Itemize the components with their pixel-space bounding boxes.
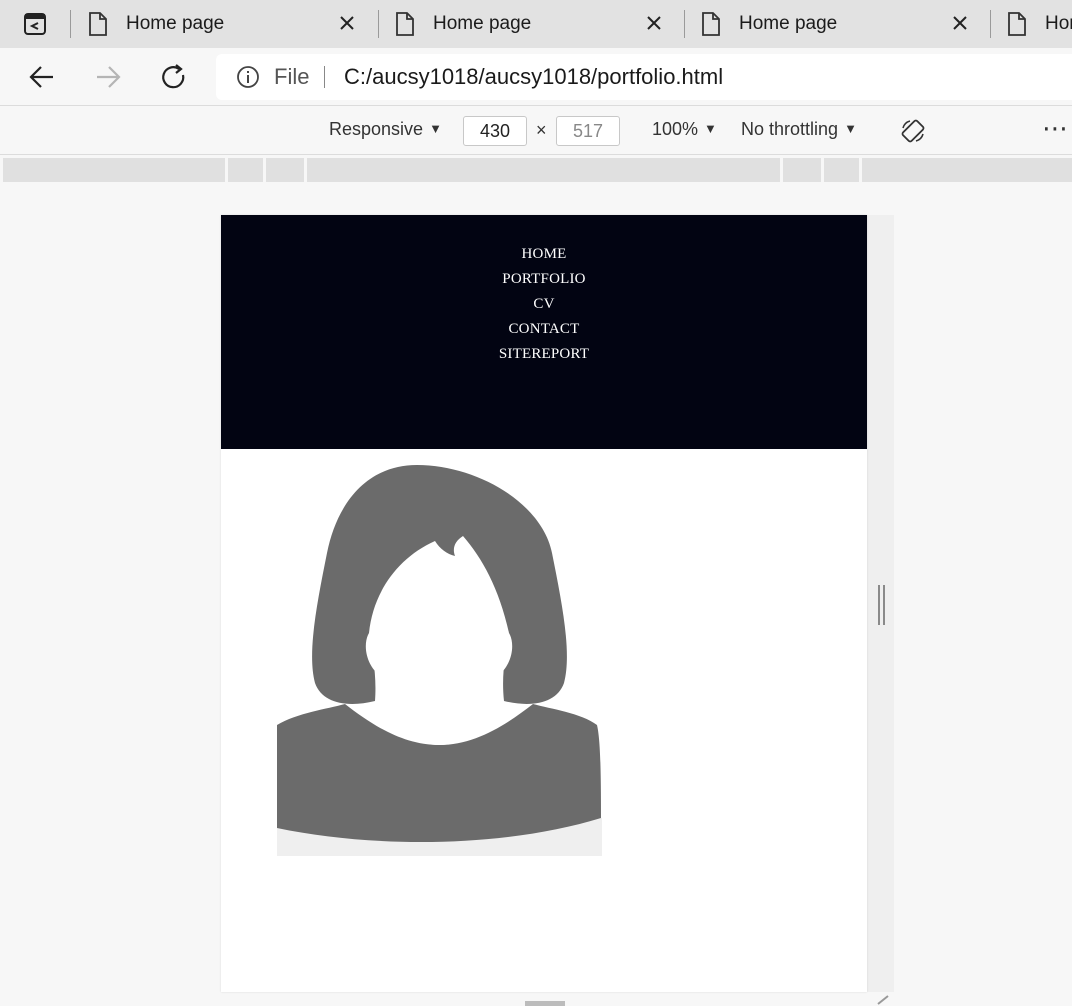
browser-tab[interactable]: Hor — [991, 0, 1072, 48]
forward-icon[interactable] — [93, 62, 123, 92]
width-input[interactable]: 430 — [463, 116, 527, 146]
document-icon — [396, 12, 414, 36]
corner-resize-icon[interactable] — [876, 994, 892, 1006]
device-toolbar: Responsive ▼ 430 × 517 100% ▼ No throttlin… — [0, 107, 1072, 155]
tab-title: Home page — [126, 13, 225, 34]
close-icon[interactable] — [338, 14, 356, 32]
browser-tab[interactable]: Home page — [72, 0, 372, 48]
ruler-mark — [263, 158, 266, 182]
document-icon — [1008, 12, 1026, 36]
media-query-ruler[interactable] — [3, 158, 1072, 182]
ruler-mark — [225, 158, 228, 182]
back-icon[interactable] — [27, 62, 57, 92]
nav-link-cv[interactable]: CV — [533, 292, 554, 317]
document-icon — [702, 12, 720, 36]
refresh-icon[interactable] — [159, 62, 189, 92]
address-bar[interactable]: File C:/aucsy1018/aucsy1018/portfolio.ht… — [216, 54, 1072, 100]
tab-title: Home page — [739, 13, 838, 34]
site-header: HOME PORTFOLIO CV CONTACT SITEREPORT — [221, 215, 867, 449]
dropdown-caret-icon: ▼ — [704, 121, 717, 136]
throttling-label: No throttling — [741, 119, 839, 139]
tab-title: Hor — [1045, 13, 1072, 34]
info-icon[interactable] — [236, 65, 260, 89]
device-label: Responsive — [329, 119, 424, 139]
device-dropdown[interactable]: Responsive ▼ — [329, 119, 442, 140]
browser-tab[interactable]: Home page — [685, 0, 985, 48]
nav-link-sitereport[interactable]: SITEREPORT — [499, 342, 589, 367]
dropdown-caret-icon: ▼ — [429, 121, 442, 136]
dimension-separator: × — [536, 120, 547, 140]
ruler-mark — [304, 158, 307, 182]
ruler-mark — [821, 158, 824, 182]
tab-strip: Home page Home page Home page Hor — [0, 0, 1072, 48]
nav-link-contact[interactable]: CONTACT — [508, 317, 579, 342]
zoom-dropdown[interactable]: 100% ▼ — [652, 119, 717, 140]
navigation-bar: File C:/aucsy1018/aucsy1018/portfolio.ht… — [0, 48, 1072, 106]
nav-link-portfolio[interactable]: PORTFOLIO — [502, 267, 585, 292]
tab-title: Home page — [433, 13, 532, 34]
ruler-mark — [859, 158, 862, 182]
dropdown-caret-icon: ▼ — [844, 121, 857, 136]
tab-actions-icon[interactable] — [18, 10, 52, 38]
viewport-resize-handle[interactable] — [878, 585, 885, 625]
nav-link-home[interactable]: HOME — [522, 242, 567, 267]
rotate-icon[interactable] — [900, 118, 926, 144]
viewport-bottom-handle[interactable] — [525, 1001, 565, 1006]
site-nav: HOME PORTFOLIO CV CONTACT SITEREPORT — [221, 242, 867, 367]
document-icon — [89, 12, 107, 36]
throttling-dropdown[interactable]: No throttling ▼ — [741, 119, 857, 140]
height-input[interactable]: 517 — [556, 116, 620, 146]
browser-tab[interactable]: Home page — [379, 0, 679, 48]
close-icon[interactable] — [645, 14, 663, 32]
site-info-label: File — [274, 64, 310, 89]
emulated-viewport: HOME PORTFOLIO CV CONTACT SITEREPORT — [221, 215, 867, 992]
close-icon[interactable] — [951, 14, 969, 32]
url-text[interactable]: C:/aucsy1018/aucsy1018/portfolio.html — [344, 64, 723, 90]
more-options-icon[interactable]: ⋯ — [1042, 113, 1069, 144]
divider — [324, 66, 325, 88]
tab-separator — [70, 10, 71, 38]
zoom-label: 100% — [652, 119, 699, 139]
female-avatar-icon — [277, 463, 602, 856]
ruler-mark — [780, 158, 783, 182]
